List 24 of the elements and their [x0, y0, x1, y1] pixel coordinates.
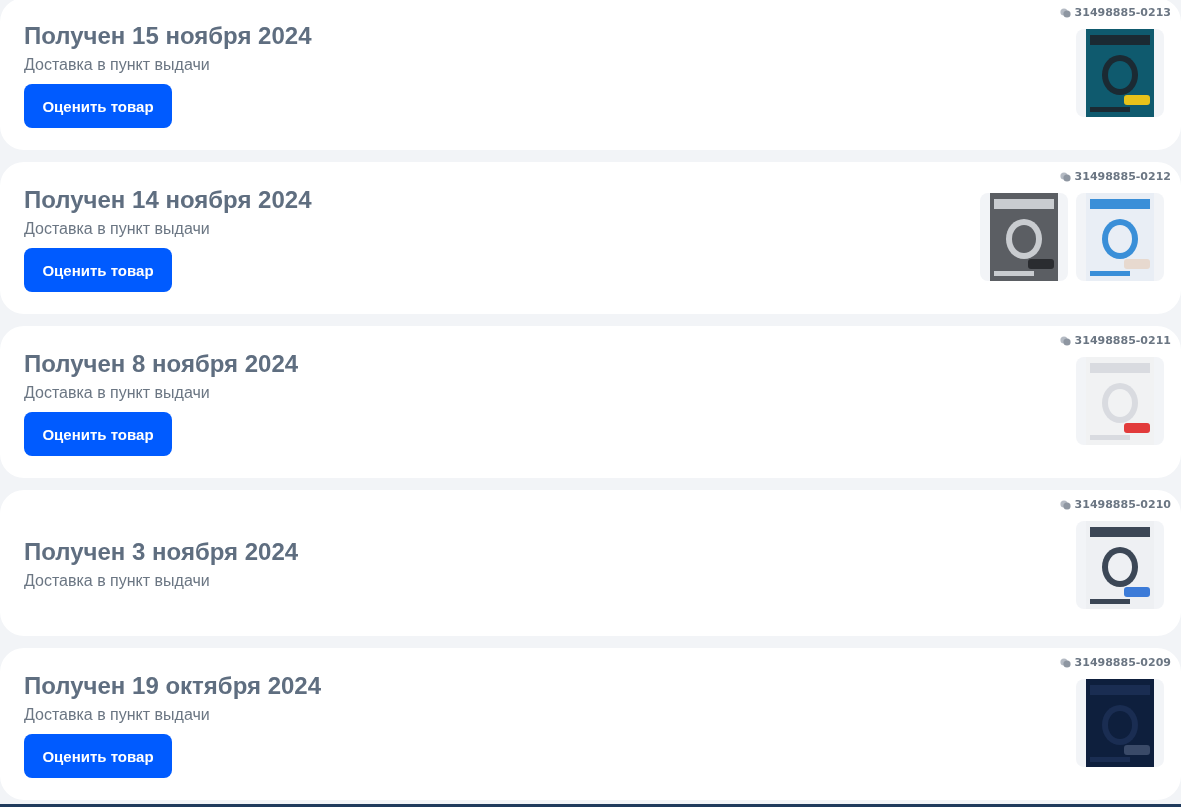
order-number: 31498885-0211: [1074, 334, 1171, 347]
rate-product-button[interactable]: Оценить товар: [24, 734, 172, 778]
order-title: Получен 15 ноября 2024: [24, 22, 312, 50]
chat-icon: [1059, 335, 1071, 346]
order-number: 31498885-0212: [1074, 170, 1171, 183]
chat-icon: [1059, 7, 1071, 18]
order-title: Получен 14 ноября 2024: [24, 186, 312, 214]
delivery-type: Доставка в пункт выдачи: [24, 384, 210, 402]
order-title: Получен 19 октября 2024: [24, 672, 322, 700]
order-number: 31498885-0210: [1074, 498, 1171, 511]
delivery-type: Доставка в пункт выдачи: [24, 572, 210, 590]
order-title: Получен 3 ноября 2024: [24, 538, 299, 566]
chat-icon: [1059, 499, 1071, 510]
order-number: 31498885-0213: [1074, 6, 1171, 19]
order-title: Получен 8 ноября 2024: [24, 350, 299, 378]
order-number: 31498885-0209: [1074, 656, 1171, 669]
chat-icon: [1059, 171, 1071, 182]
chat-icon: [1059, 657, 1071, 668]
delivery-type: Доставка в пункт выдачи: [24, 220, 210, 238]
rate-product-button[interactable]: Оценить товар: [24, 84, 172, 128]
rate-product-button[interactable]: Оценить товар: [24, 412, 172, 456]
rate-product-button[interactable]: Оценить товар: [24, 248, 172, 292]
delivery-type: Доставка в пункт выдачи: [24, 56, 210, 74]
delivery-type: Доставка в пункт выдачи: [24, 706, 210, 724]
